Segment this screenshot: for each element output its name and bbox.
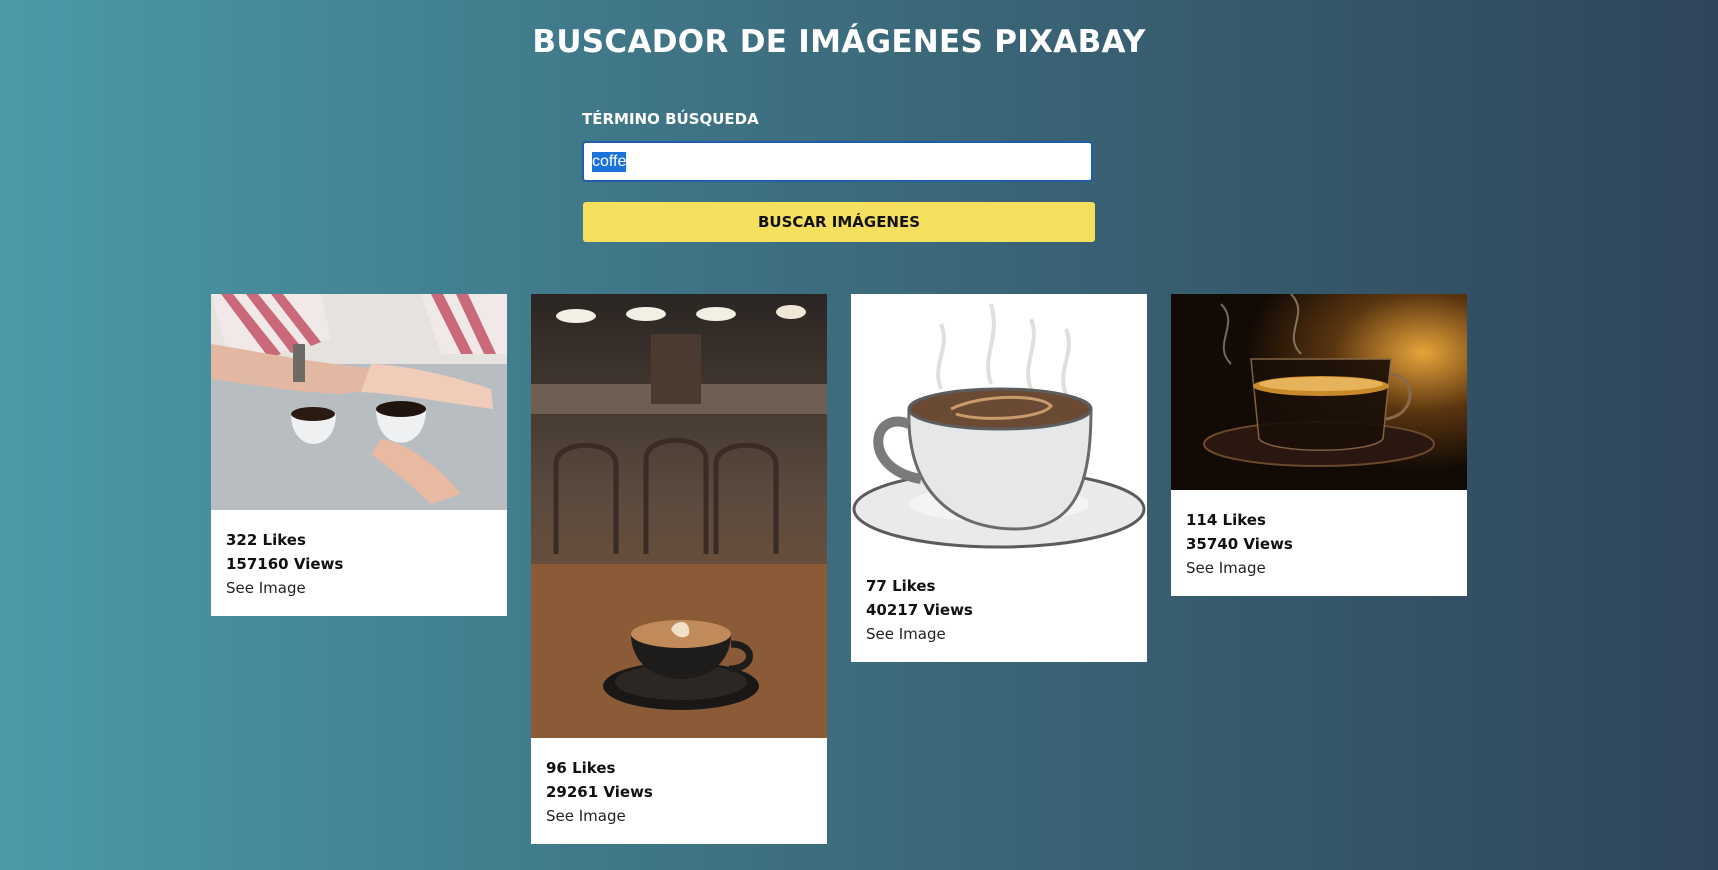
views-count: 40217 Views — [866, 601, 973, 619]
likes-count: 96 Likes — [546, 759, 616, 777]
page-title: BUSCADOR DE IMÁGENES PIXABAY — [532, 24, 1146, 60]
search-input-value[interactable]: coffe — [592, 151, 627, 172]
result-image[interactable] — [851, 294, 1147, 556]
result-card: 114 Likes 35740 Views See Image — [1171, 294, 1467, 596]
result-image[interactable] — [531, 294, 827, 738]
views-count: 29261 Views — [546, 783, 653, 801]
result-card: 96 Likes 29261 Views See Image — [531, 294, 827, 844]
search-label: TÉRMINO BÚSQUEDA — [582, 110, 759, 128]
result-card: 77 Likes 40217 Views See Image — [851, 294, 1147, 662]
search-input[interactable]: coffe — [582, 141, 1093, 182]
likes-count: 114 Likes — [1186, 511, 1266, 529]
result-card: 322 Likes 157160 Views See Image — [211, 294, 507, 616]
likes-count: 77 Likes — [866, 577, 936, 595]
search-button[interactable]: BUSCAR IMÁGENES — [583, 202, 1095, 242]
see-image-link[interactable]: See Image — [1186, 556, 1452, 580]
result-image[interactable] — [211, 294, 507, 510]
views-count: 157160 Views — [226, 555, 344, 573]
see-image-link[interactable]: See Image — [866, 622, 1132, 646]
result-image[interactable] — [1171, 294, 1467, 490]
see-image-link[interactable]: See Image — [226, 576, 492, 600]
see-image-link[interactable]: See Image — [546, 804, 812, 828]
likes-count: 322 Likes — [226, 531, 306, 549]
views-count: 35740 Views — [1186, 535, 1293, 553]
